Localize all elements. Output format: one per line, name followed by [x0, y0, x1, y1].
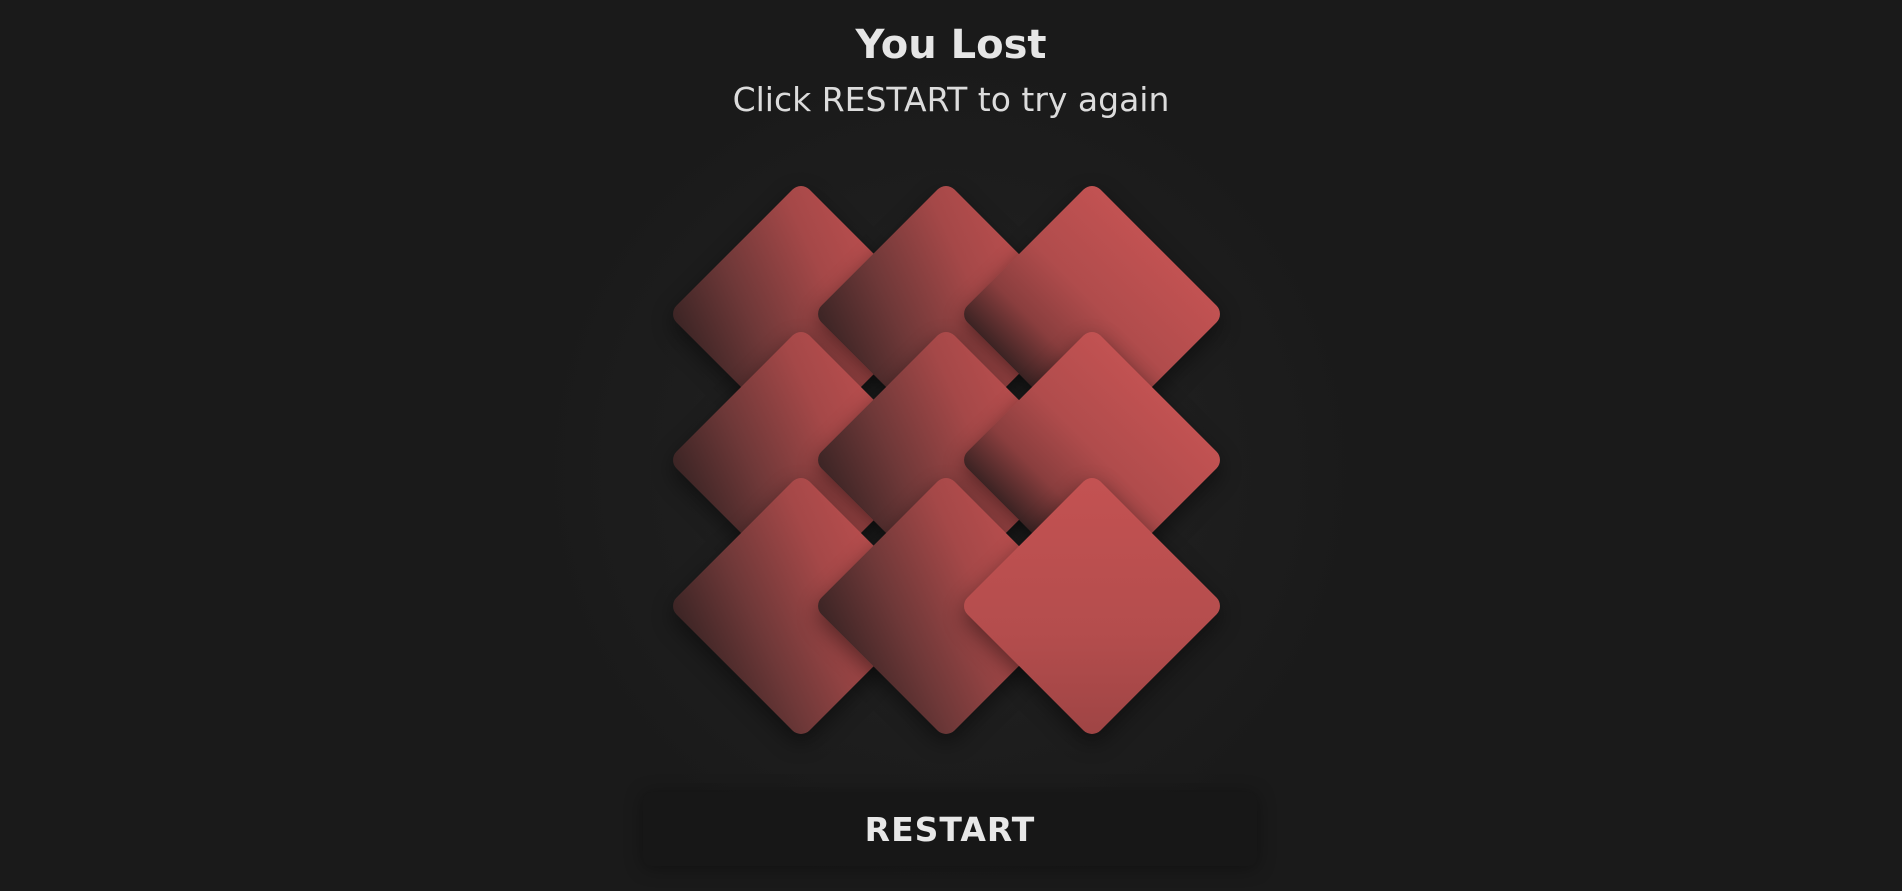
restart-button[interactable]: RESTART [643, 792, 1257, 866]
game-screen: You Lost Click RESTART to try again REST… [0, 0, 1902, 891]
game-over-title: You Lost [855, 22, 1047, 68]
tile-board [0, 0, 1902, 891]
game-over-subtitle: Click RESTART to try again [732, 80, 1170, 119]
